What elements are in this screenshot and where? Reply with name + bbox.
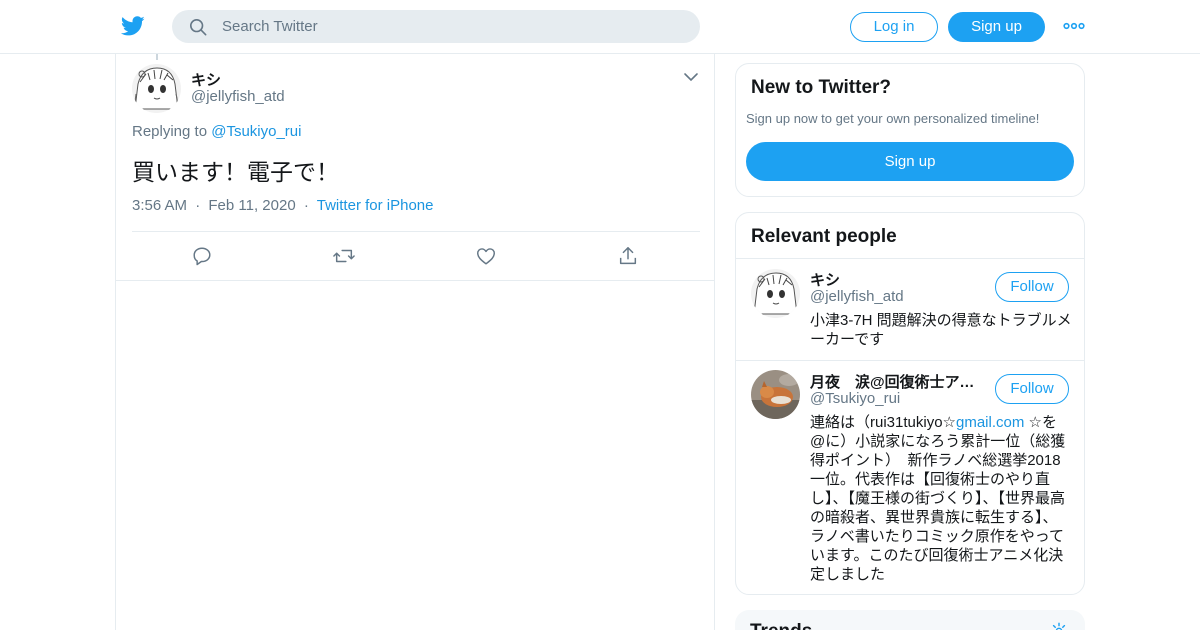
- main-timeline-column: キシ @jellyfish_atd Replying to @Tsukiyo_r…: [115, 54, 715, 630]
- divider: [132, 231, 700, 232]
- twitter-bird-icon[interactable]: [120, 14, 146, 38]
- gear-icon[interactable]: [1050, 622, 1068, 630]
- like-icon[interactable]: [475, 245, 497, 267]
- retweet-icon[interactable]: [333, 245, 355, 267]
- fox-photo-avatar-image: [751, 370, 800, 419]
- focused-tweet: キシ @jellyfish_atd Replying to @Tsukiyo_r…: [116, 54, 714, 281]
- top-navigation-bar: Log in Sign up: [0, 0, 1200, 54]
- person-handle[interactable]: @jellyfish_atd: [810, 288, 904, 305]
- bio-link[interactable]: gmail.com: [956, 414, 1024, 431]
- chevron-down-icon[interactable]: [683, 71, 699, 83]
- search-icon: [189, 18, 207, 36]
- replying-to-link[interactable]: @Tsukiyo_rui: [211, 123, 301, 140]
- tweet-author-name[interactable]: キシ: [191, 69, 221, 90]
- reply-icon[interactable]: [191, 245, 213, 267]
- person-bio: 連絡は（rui31tukiyo☆gmail.com ☆を@に）小説家になろう累計…: [810, 413, 1072, 584]
- card-subtitle: Sign up now to get your own personalized…: [746, 111, 1040, 126]
- signup-button[interactable]: Sign up: [948, 12, 1045, 42]
- card-title: New to Twitter?: [751, 77, 892, 98]
- person-name[interactable]: キシ: [810, 269, 980, 290]
- card-title: Trends: [750, 621, 812, 630]
- tweet-time[interactable]: 3:56 AM: [132, 197, 187, 214]
- trends-card: Trends: [735, 610, 1085, 630]
- anime-girl-avatar-image: [132, 64, 181, 113]
- signup-large-button[interactable]: Sign up: [746, 142, 1074, 181]
- follow-button[interactable]: Follow: [995, 272, 1069, 302]
- avatar[interactable]: [751, 269, 800, 318]
- card-title: Relevant people: [751, 226, 897, 247]
- new-to-twitter-card: New to Twitter? Sign up now to get your …: [735, 63, 1085, 197]
- share-icon[interactable]: [617, 245, 639, 267]
- tweet-source-link[interactable]: Twitter for iPhone: [317, 197, 434, 214]
- relevant-people-card: Relevant people キシ @jellyfish_atd Follow…: [735, 212, 1085, 595]
- anime-girl-avatar-image: [751, 269, 800, 318]
- avatar[interactable]: [132, 64, 181, 113]
- divider: [736, 360, 1084, 361]
- person-handle[interactable]: @Tsukiyo_rui: [810, 390, 900, 407]
- tweet-metadata: 3:56 AM · Feb 11, 2020 · Twitter for iPh…: [132, 197, 433, 214]
- meta-separator: ·: [303, 197, 309, 214]
- bio-text: ☆を@に）小説家になろう累計一位（総獲得ポイント） 新作ラノベ総選挙2018一位…: [810, 414, 1066, 583]
- tweet-author-handle[interactable]: @jellyfish_atd: [191, 88, 285, 105]
- bio-text: 連絡は（rui31tukiyo☆: [810, 414, 956, 431]
- meta-separator: ·: [195, 197, 201, 214]
- replying-to-prefix: Replying to: [132, 123, 208, 140]
- login-button[interactable]: Log in: [850, 12, 938, 42]
- follow-button[interactable]: Follow: [995, 374, 1069, 404]
- search-input[interactable]: [222, 10, 682, 43]
- avatar[interactable]: [751, 370, 800, 419]
- person-bio: 小津3-7H 問題解決の得意なトラブルメーカーです: [810, 312, 1072, 348]
- more-dots-icon[interactable]: [1063, 17, 1085, 35]
- person-name[interactable]: 月夜 涙@回復術士アニメ化決定: [810, 371, 980, 392]
- search-box[interactable]: [172, 10, 700, 43]
- tweet-date[interactable]: Feb 11, 2020: [208, 197, 295, 214]
- tweet-text: 買います！電子で！: [132, 159, 339, 185]
- replying-to-line: Replying to @Tsukiyo_rui: [132, 123, 301, 140]
- divider: [736, 258, 1084, 259]
